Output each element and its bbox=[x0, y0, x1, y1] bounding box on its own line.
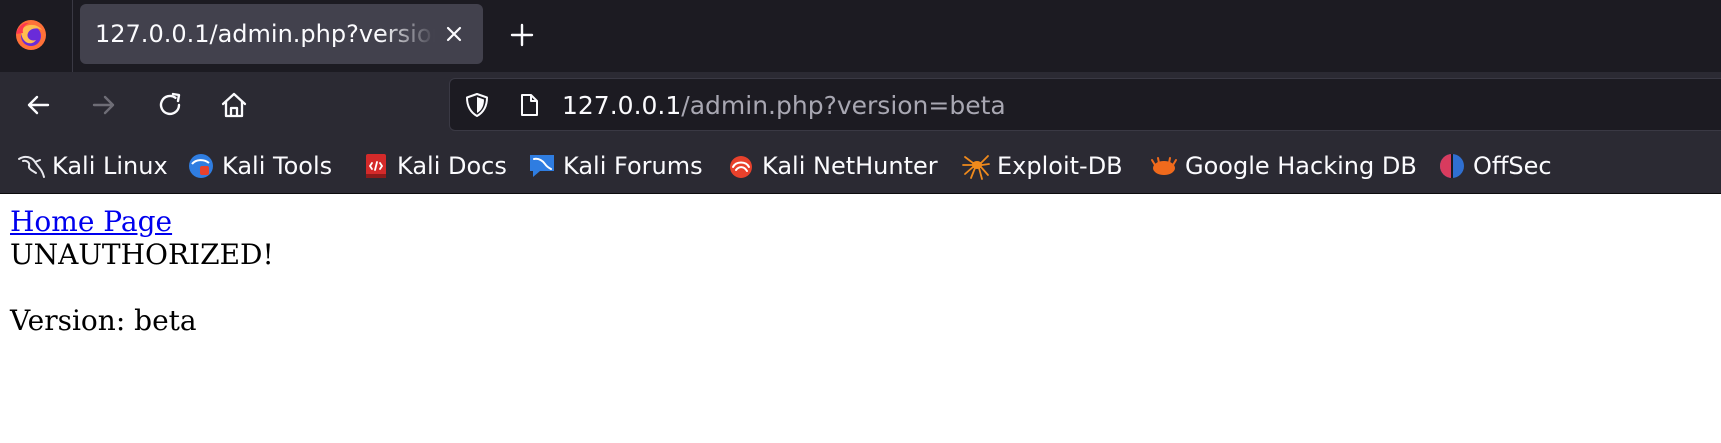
tab-title: 127.0.0.1/admin.php?version=beta bbox=[95, 21, 435, 47]
kali-nethunter-icon bbox=[730, 156, 752, 178]
bookmark-label: Kali NetHunter bbox=[762, 152, 938, 180]
bookmark-google-hacking-db[interactable]: Google Hacking DB bbox=[1149, 148, 1417, 184]
bookmark-label: Kali Docs bbox=[397, 152, 507, 180]
bookmark-kali-docs[interactable]: Kali Docs bbox=[361, 148, 507, 184]
bookmark-kali-nethunter[interactable]: Kali NetHunter bbox=[726, 148, 938, 184]
url-host: 127.0.0.1 bbox=[562, 91, 682, 120]
reload-button[interactable] bbox=[154, 89, 186, 121]
close-tab-icon[interactable] bbox=[442, 22, 466, 46]
page-info-icon[interactable] bbox=[516, 92, 542, 118]
bookmark-label: Exploit-DB bbox=[997, 152, 1123, 180]
kali-docs-icon bbox=[366, 154, 386, 178]
navigation-toolbar: 127.0.0.1/admin.php?version=beta bbox=[0, 72, 1721, 138]
bookmark-kali-tools[interactable]: Kali Tools bbox=[186, 148, 332, 184]
offsec-icon bbox=[1440, 154, 1464, 178]
bookmark-offsec[interactable]: OffSec bbox=[1437, 148, 1552, 184]
exploit-db-icon bbox=[962, 155, 990, 180]
bookmark-label: Google Hacking DB bbox=[1185, 152, 1417, 180]
kali-tools-icon bbox=[189, 154, 213, 178]
bookmark-label: Kali Tools bbox=[222, 152, 333, 180]
kali-dragon-icon bbox=[18, 155, 45, 178]
bookmark-exploit-db[interactable]: Exploit-DB bbox=[961, 148, 1123, 184]
tab-separator bbox=[72, 0, 73, 72]
version-text: Version: beta bbox=[10, 304, 197, 337]
tab-strip: 127.0.0.1/admin.php?version=beta bbox=[0, 0, 1721, 72]
forward-button[interactable] bbox=[88, 89, 120, 121]
bookmarks-toolbar: Kali Linux Kali Tools Kali Docs Kali For… bbox=[0, 138, 1721, 194]
bookmark-kali-forums[interactable]: Kali Forums bbox=[527, 148, 703, 184]
url-path: /admin.php?version=beta bbox=[681, 91, 1006, 120]
google-hacking-db-icon bbox=[1151, 157, 1177, 175]
status-message: UNAUTHORIZED! bbox=[10, 238, 274, 271]
home-button[interactable] bbox=[218, 89, 250, 121]
firefox-icon[interactable] bbox=[14, 18, 48, 52]
bookmark-label: Kali Linux bbox=[52, 152, 168, 180]
page-content: Home Page UNAUTHORIZED! Version: beta bbox=[10, 205, 274, 337]
bookmark-label: Kali Forums bbox=[563, 152, 703, 180]
active-tab[interactable]: 127.0.0.1/admin.php?version=beta bbox=[80, 4, 483, 64]
address-bar[interactable]: 127.0.0.1/admin.php?version=beta bbox=[449, 78, 1721, 131]
url-text[interactable]: 127.0.0.1/admin.php?version=beta bbox=[562, 92, 1006, 120]
new-tab-button[interactable] bbox=[508, 21, 536, 49]
back-button[interactable] bbox=[22, 89, 54, 121]
bookmark-kali-linux[interactable]: Kali Linux bbox=[16, 148, 168, 184]
line-break bbox=[10, 271, 274, 304]
home-page-link[interactable]: Home Page bbox=[10, 205, 274, 238]
bookmark-label: OffSec bbox=[1473, 152, 1552, 180]
kali-forums-icon bbox=[530, 155, 554, 177]
tracking-protection-shield-icon[interactable] bbox=[464, 92, 490, 118]
